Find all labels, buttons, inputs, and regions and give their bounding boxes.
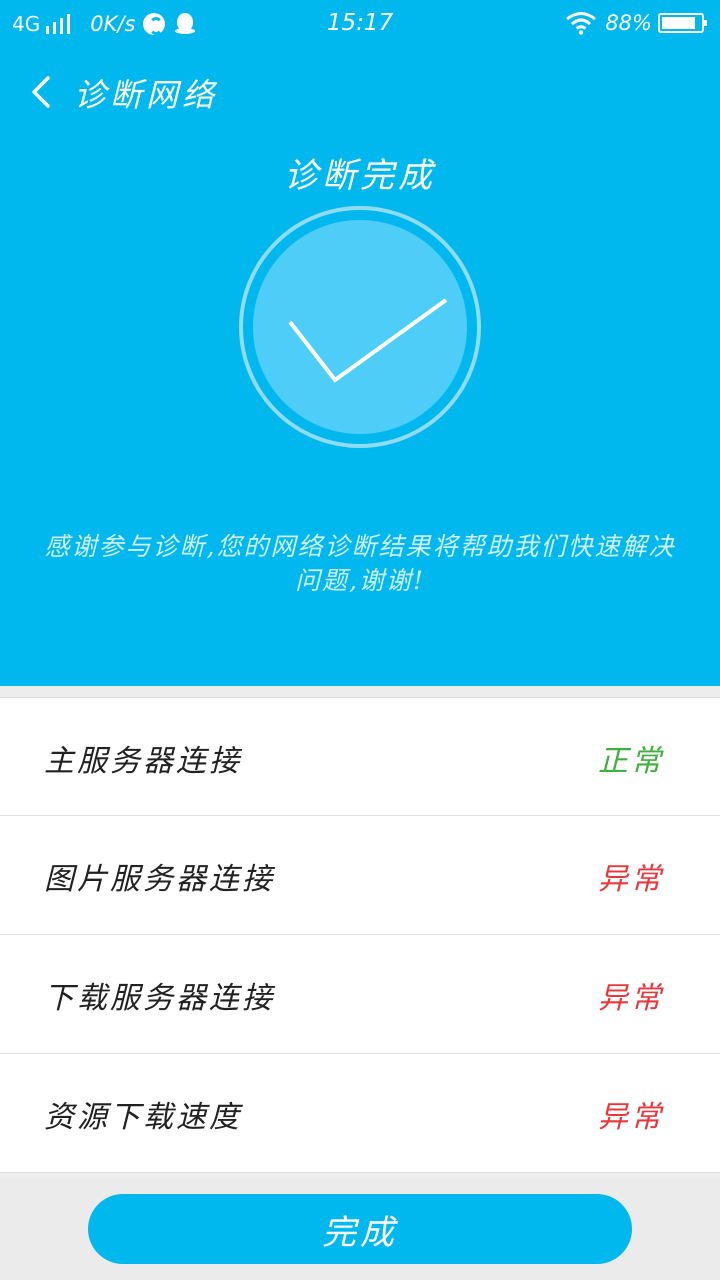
wifi-icon (566, 12, 597, 35)
check-label: 图片服务器连接 (44, 862, 275, 897)
status-bar: 4G 0K/s 15:17 88% (0, 0, 720, 48)
check-label: 下载服务器连接 (44, 981, 275, 1016)
battery-icon (658, 13, 707, 33)
check-status: 异常 (598, 862, 664, 897)
list-item: 主服务器连接 正常 (0, 697, 720, 816)
back-arrow-icon[interactable] (28, 74, 58, 110)
check-status: 异常 (598, 1100, 664, 1135)
battery-fill (662, 17, 696, 29)
footer: 完成 (0, 1178, 720, 1280)
page-title: 诊断网络 (74, 76, 219, 114)
header-panel: 4G 0K/s 15:17 88% 诊断网络 诊断完成 感谢参与诊断,您的网络诊… (0, 0, 720, 686)
list-item: 图片服务器连接 异常 (0, 816, 720, 935)
check-label: 资源下载速度 (44, 1100, 242, 1135)
nav-bar: 诊断网络 (0, 60, 720, 124)
check-status: 正常 (598, 744, 664, 779)
list-item: 资源下载速度 异常 (0, 1054, 720, 1173)
battery-percent: 88% (605, 11, 652, 35)
diagnosis-list: 主服务器连接 正常 图片服务器连接 异常 下载服务器连接 异常 资源下载速度 异常 (0, 697, 720, 1173)
check-status: 异常 (598, 981, 664, 1016)
done-button[interactable]: 完成 (88, 1194, 632, 1264)
list-item: 下载服务器连接 异常 (0, 935, 720, 1054)
result-message: 感谢参与诊断,您的网络诊断结果将帮助我们快速解决问题,谢谢! (44, 532, 676, 595)
result-title: 诊断完成 (284, 156, 436, 196)
check-label: 主服务器连接 (44, 744, 242, 779)
checkmark-icon (239, 206, 481, 448)
